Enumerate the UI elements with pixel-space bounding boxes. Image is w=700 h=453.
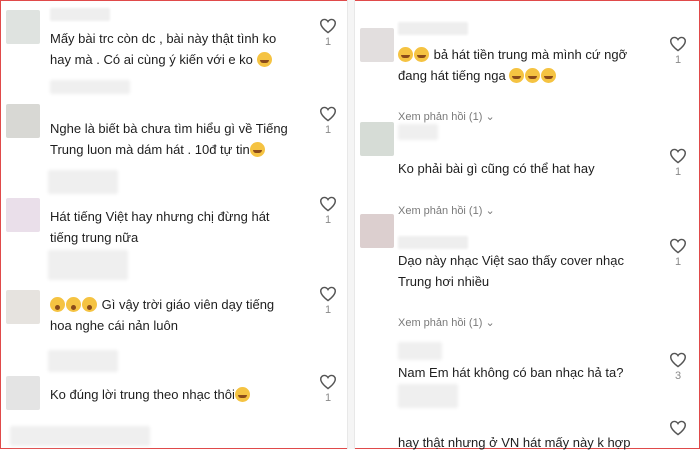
comment-item: Mấy bài trc còn dc , bài này thật tình k… [0, 4, 346, 74]
like-button[interactable]: 3 [666, 352, 690, 382]
heart-outline-icon [319, 18, 337, 34]
view-replies-link[interactable]: Xem phản hồi (1) ⌄ [398, 316, 495, 329]
laughing-emoji-icon [509, 68, 525, 83]
comment-item: Gì vậy trời giáo viên dạy tiếng hoa nghe… [0, 280, 346, 350]
comment-text: Gì vậy trời giáo viên dạy tiếng hoa nghe… [50, 297, 275, 333]
comments-column-left: Mấy bài trc còn dc , bài này thật tình k… [0, 0, 346, 449]
comment-text: Mấy bài trc còn dc , bài này thật tình k… [50, 31, 277, 67]
like-count: 3 [674, 370, 682, 382]
like-button[interactable]: 1 [316, 106, 340, 136]
redacted-line [398, 384, 458, 408]
laughing-emoji-icon [234, 387, 250, 402]
like-button[interactable]: 1 [316, 374, 340, 404]
heart-outline-icon [319, 196, 337, 212]
heart-outline-icon [669, 238, 687, 254]
heart-outline-icon [319, 286, 337, 302]
avatar[interactable] [360, 122, 394, 156]
laughing-emoji-icon [256, 52, 272, 67]
avatar[interactable] [6, 198, 40, 232]
avatar[interactable] [6, 290, 40, 324]
redacted-line [398, 342, 442, 360]
comment-text: hay thật nhưng ở VN hát mấy này k hợp [398, 435, 631, 450]
like-button[interactable]: 1 [666, 238, 690, 268]
comment-item: Hát tiếng Việt hay nhưng chị đừng hát ti… [0, 188, 346, 252]
comment-text: Nam Em hát không có ban nhạc hả ta? [398, 365, 624, 380]
redacted-line [48, 250, 128, 280]
username [398, 22, 468, 35]
heart-outline-icon [319, 106, 337, 122]
avatar[interactable] [360, 28, 394, 62]
chevron-down-icon: ⌄ [485, 317, 495, 329]
redacted-line [10, 426, 150, 446]
laughing-emoji-icon [525, 68, 541, 83]
heart-outline-icon [669, 420, 687, 436]
like-button[interactable]: 1 [666, 148, 690, 178]
heart-outline-icon [669, 148, 687, 164]
avatar[interactable] [6, 376, 40, 410]
comment-text: bả hát tiền trung mà mình cứ ngỡ đang há… [398, 47, 628, 83]
comment-text: Ko phải bài gì cũng có thể hat hay [398, 161, 595, 176]
like-button[interactable]: 1 [316, 196, 340, 226]
heart-outline-icon [319, 374, 337, 390]
like-count: 1 [324, 124, 332, 136]
comment-item: Ko phải bài gì cũng có thể hat hay 1 Xem… [354, 120, 700, 217]
redacted-line [48, 350, 118, 372]
redacted-line [398, 124, 438, 140]
comment-item: Dạo này nhạc Việt sao thấy cover nhạc Tr… [354, 214, 700, 332]
laughing-emoji-icon [398, 47, 413, 62]
comment-item: Ko đúng lời trung theo nhạc thôi 1 [0, 370, 346, 420]
like-count: 1 [324, 36, 332, 48]
username-redacted [398, 236, 468, 249]
like-count: 1 [674, 54, 682, 66]
heart-outline-icon [669, 352, 687, 368]
redacted-line [50, 80, 130, 94]
like-button[interactable]: 1 [316, 18, 340, 48]
avatar[interactable] [360, 214, 394, 248]
like-count: 1 [674, 166, 682, 178]
comment-text: Hát tiếng Việt hay nhưng chị đừng hát ti… [50, 209, 270, 245]
flushed-emoji-icon [82, 297, 97, 312]
comment-item: bả hát tiền trung mà mình cứ ngỡ đang há… [354, 20, 700, 130]
comment-text: Dạo này nhạc Việt sao thấy cover nhạc Tr… [398, 253, 624, 289]
like-button[interactable] [666, 420, 690, 438]
flushed-emoji-icon [66, 297, 81, 312]
like-button[interactable]: 1 [316, 286, 340, 316]
comment-item: hay thật nhưng ở VN hát mấy này k hợp [354, 410, 700, 450]
like-button[interactable]: 1 [666, 36, 690, 66]
laughing-emoji-icon [541, 68, 557, 83]
laughing-emoji-icon [414, 47, 429, 62]
laughing-emoji-icon [249, 142, 265, 157]
comment-text: Ko đúng lời trung theo nhạc thôi [50, 384, 312, 405]
username-redacted [50, 8, 110, 21]
avatar[interactable] [6, 104, 40, 138]
like-count: 1 [324, 304, 332, 316]
comment-text: Nghe là biết bà chưa tìm hiểu gì về Tiến… [50, 121, 288, 157]
like-count: 1 [324, 214, 332, 226]
flushed-emoji-icon [50, 297, 65, 312]
like-count: 1 [324, 392, 332, 404]
comments-column-right: bả hát tiền trung mà mình cứ ngỡ đang há… [354, 0, 700, 450]
heart-outline-icon [669, 36, 687, 52]
like-count: 1 [674, 256, 682, 268]
avatar[interactable] [6, 10, 40, 44]
